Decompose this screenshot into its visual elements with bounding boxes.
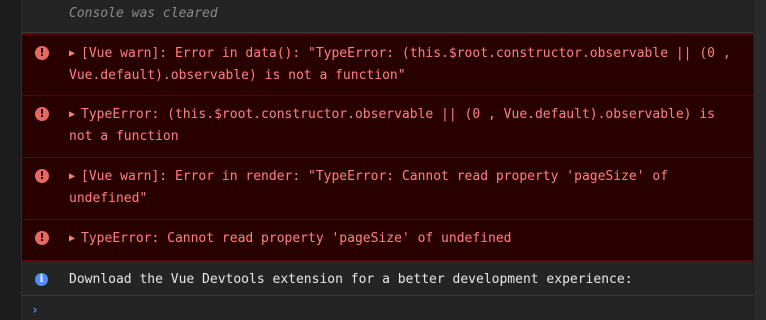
console-cleared-text: Console was cleared — [69, 6, 218, 21]
error-message-3[interactable]: ▶ [Vue warn]: Error in render: "TypeError… — [69, 166, 743, 210]
console-error-row-4[interactable]: ! ▶ TypeError: Cannot read property 'page… — [22, 220, 753, 261]
prompt-chevron-icon: › — [31, 303, 39, 318]
console-error-row-3[interactable]: ! ▶ [Vue warn]: Error in render: "TypeErr… — [22, 158, 753, 220]
error-message-4[interactable]: ▶ TypeError: Cannot read property 'pageSi… — [69, 228, 743, 250]
error-message-text: [Vue warn]: Error in render: "TypeError:… — [69, 169, 676, 206]
error-message-2[interactable]: ▶ TypeError: (this.$root.constructor.obse… — [69, 104, 743, 148]
vertical-scrollbar[interactable] — [753, 0, 766, 320]
expand-triangle-icon[interactable]: ▶ — [69, 228, 75, 250]
error-icon: ! — [35, 46, 49, 60]
console-error-row-2[interactable]: ! ▶ TypeError: (this.$root.constructor.ob… — [22, 96, 753, 158]
console-gutter — [0, 0, 22, 320]
info-message-text: Download the Vue Devtools extension for … — [69, 272, 633, 287]
console-input[interactable] — [46, 300, 749, 320]
console-error-row-1[interactable]: ! ▶ [Vue warn]: Error in data(): "TypeErr… — [22, 34, 753, 96]
console-info-row: i Download the Vue Devtools extension fo… — [22, 262, 753, 296]
devtools-console: Console was cleared ! ▶ [Vue warn]: Error… — [0, 0, 766, 320]
expand-triangle-icon[interactable]: ▶ — [69, 166, 75, 188]
expand-triangle-icon[interactable]: ▶ — [69, 104, 75, 126]
error-message-text: TypeError: Cannot read property 'pageSiz… — [81, 231, 512, 246]
console-cleared-row: Console was cleared — [22, 0, 753, 33]
error-message-text: [Vue warn]: Error in data(): "TypeError:… — [69, 46, 739, 83]
info-icon: i — [35, 273, 48, 286]
console-prompt[interactable]: › — [22, 297, 753, 320]
error-icon: ! — [35, 107, 49, 121]
error-message-1[interactable]: ▶ [Vue warn]: Error in data(): "TypeError… — [69, 43, 743, 87]
error-icon: ! — [35, 169, 49, 183]
error-message-text: TypeError: (this.$root.constructor.obser… — [69, 107, 723, 144]
error-icon: ! — [35, 231, 49, 245]
expand-triangle-icon[interactable]: ▶ — [69, 43, 75, 65]
